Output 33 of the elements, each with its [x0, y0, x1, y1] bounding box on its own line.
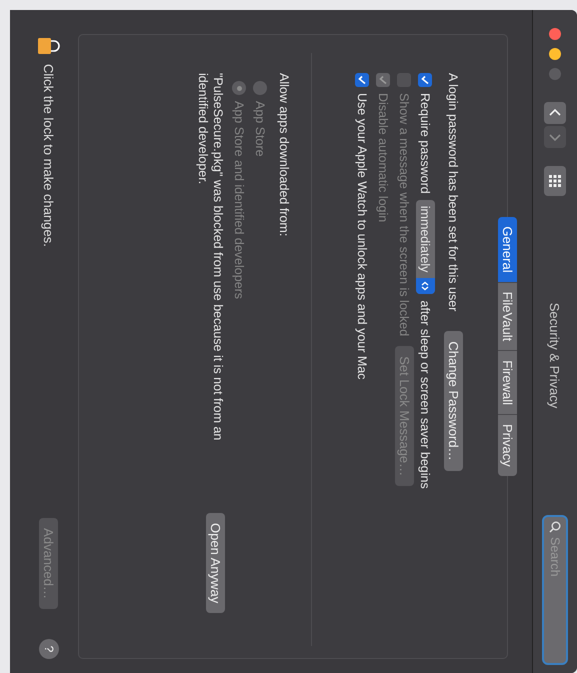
tab[interactable]: General [498, 217, 517, 283]
check-icon [358, 75, 368, 85]
option-suffix: after sleep or screen saver begins [418, 300, 432, 489]
search-icon [549, 521, 561, 533]
tab[interactable]: Privacy [498, 415, 517, 476]
padlock-icon[interactable] [38, 38, 60, 54]
checkbox[interactable] [418, 73, 432, 87]
login-text: A login password has been set for this user [446, 73, 460, 312]
tab[interactable]: FileVault [498, 282, 517, 352]
grid-icon [549, 175, 561, 187]
blocked-message: "PulseSecure.pkg" was blocked from use because it is not from an identified developer. [195, 73, 225, 442]
checkbox[interactable] [356, 73, 370, 87]
change-password-button[interactable]: Change Password… [444, 331, 463, 471]
lock-hint: Click the lock to make changes. [42, 64, 56, 249]
option-label: Use your Apple Watch to unlock apps and your Mac [356, 93, 370, 380]
option-label: Show a message when the screen is locked [398, 93, 412, 336]
option-label: Disable automatic login [376, 93, 390, 222]
radio-label: App Store [254, 101, 268, 157]
back-button[interactable] [544, 102, 566, 124]
tab[interactable]: Firewall [498, 351, 517, 416]
help-button[interactable]: ? [39, 639, 59, 659]
radio-label: App Store and identified developers [232, 101, 246, 300]
delay-popup[interactable]: immediately [416, 200, 435, 294]
check-icon [420, 75, 430, 85]
show-all-button[interactable] [544, 166, 566, 196]
option-label: Require password [418, 93, 432, 194]
section-heading: Allow apps downloaded from: [277, 73, 291, 238]
close-button[interactable] [549, 28, 561, 40]
check-icon [378, 75, 388, 85]
window-title: Security & Privacy [548, 302, 562, 410]
chevrons-icon [420, 281, 430, 292]
open-anyway-button[interactable]: Open Anyway [206, 513, 225, 614]
minimize-button[interactable] [549, 48, 561, 60]
